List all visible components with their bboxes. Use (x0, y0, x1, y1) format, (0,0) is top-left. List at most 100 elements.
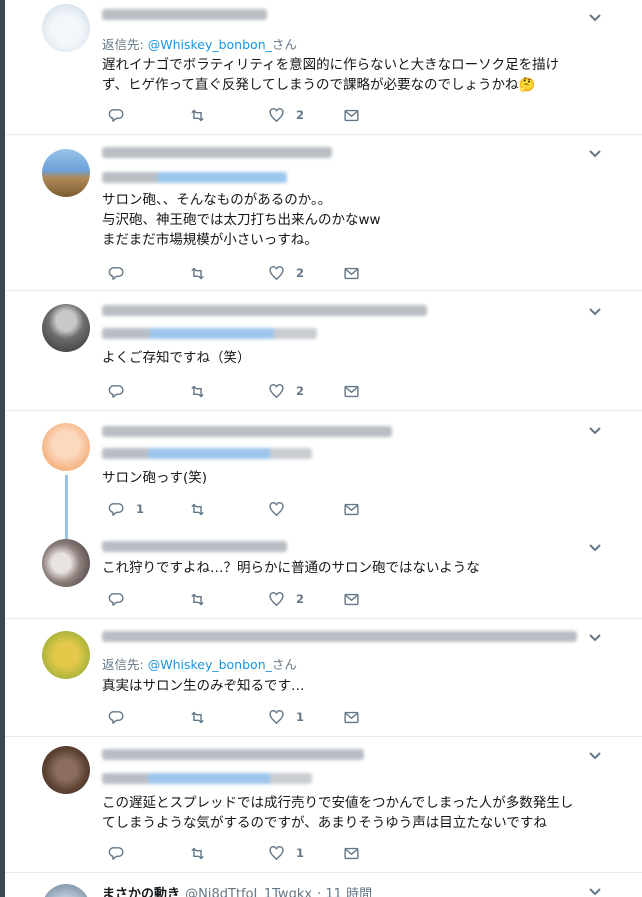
mail-icon (344, 847, 359, 859)
reply-to (102, 773, 312, 784)
heart-icon (269, 107, 284, 122)
author-name[interactable] (102, 631, 577, 642)
reply-handle-link[interactable]: @Whiskey_bonbon_ (148, 657, 272, 672)
mail-icon (344, 385, 359, 397)
retweet-icon (191, 503, 204, 515)
tweet[interactable]: 返信先: @Whiskey_bonbon_さん 真実はサロン生のみぞ知るです… … (5, 618, 642, 737)
avatar[interactable] (42, 539, 90, 587)
retweet-button[interactable] (189, 590, 206, 608)
like-button[interactable]: 2 (268, 106, 304, 124)
mail-icon (344, 593, 359, 605)
retweet-icon (191, 711, 204, 723)
author-name[interactable] (102, 426, 392, 437)
tweet[interactable]: まさかの動き @Ni8dTtfoI_1Twgkx · 11 時間 (5, 872, 642, 897)
tweet-text: サロン砲っす(笑) (102, 470, 208, 486)
retweet-icon (191, 847, 204, 859)
tweet[interactable]: よくご存知ですね（笑） 2 (5, 290, 642, 411)
chevron-down-icon[interactable] (588, 13, 602, 23)
avatar[interactable] (42, 884, 90, 897)
tweet-text: よくご存知ですね（笑） (102, 350, 251, 366)
mail-icon (344, 109, 359, 121)
reply-to: 返信先: @Whiskey_bonbon_さん (102, 657, 297, 672)
retweet-button[interactable] (189, 708, 206, 726)
tweet-actions: 2 (102, 382, 402, 400)
chevron-down-icon[interactable] (588, 633, 602, 643)
like-button[interactable]: 2 (268, 264, 304, 282)
reply-button[interactable] (108, 264, 136, 282)
retweet-button[interactable] (189, 264, 206, 282)
tweet[interactable]: サロン砲っす(笑) 1 (5, 410, 642, 540)
chevron-down-icon[interactable] (588, 751, 602, 761)
avatar[interactable] (42, 149, 90, 197)
reply-button[interactable] (108, 106, 136, 124)
tweet[interactable]: これ狩りですよね…？明らかに普通のサロン砲ではないような 2 (5, 530, 642, 619)
reply-button[interactable] (108, 590, 136, 608)
dm-button[interactable] (343, 708, 360, 726)
dm-button[interactable] (343, 590, 360, 608)
heart-icon (269, 383, 284, 398)
tweet-header: まさかの動き @Ni8dTtfoI_1Twgkx · 11 時間 (102, 883, 372, 897)
avatar[interactable] (42, 423, 90, 471)
author-name[interactable] (102, 305, 427, 316)
like-button[interactable]: 1 (268, 708, 304, 726)
chevron-down-icon[interactable] (588, 307, 602, 317)
reply-button[interactable] (108, 708, 136, 726)
like-button[interactable]: 1 (268, 844, 304, 862)
author-name[interactable] (102, 9, 267, 20)
retweet-icon (191, 109, 204, 121)
author-name[interactable] (102, 541, 287, 552)
retweet-icon (191, 593, 204, 605)
retweet-button[interactable] (189, 106, 206, 124)
dm-button[interactable] (343, 382, 360, 400)
mail-icon (344, 503, 359, 515)
chevron-down-icon[interactable] (588, 887, 602, 897)
avatar[interactable] (42, 631, 90, 679)
author-name[interactable] (102, 147, 332, 158)
dm-button[interactable] (343, 106, 360, 124)
reply-icon (108, 384, 124, 398)
tweet-text: 遅れイナゴでボラティリティを意図的に作らないと大きなローソク足を描け ず、ヒゲ作… (102, 57, 560, 93)
tweet-actions: 1 (102, 708, 402, 726)
dm-button[interactable] (343, 844, 360, 862)
tweet[interactable]: この遅延とスプレッドでは成行売りで安値をつかんでしまった人が多数発生し てしまう… (5, 736, 642, 873)
retweet-button[interactable] (189, 500, 206, 518)
heart-icon (269, 501, 284, 516)
reply-icon (108, 266, 124, 280)
author-name[interactable] (102, 749, 364, 760)
chevron-down-icon[interactable] (588, 426, 602, 436)
like-button[interactable] (268, 500, 296, 518)
reply-to (102, 172, 287, 183)
timestamp[interactable]: · 11 時間 (317, 887, 372, 897)
reply-button[interactable] (108, 844, 136, 862)
heart-icon (269, 591, 284, 606)
reply-handle-link[interactable]: @Whiskey_bonbon_ (148, 37, 272, 52)
reply-button[interactable]: 1 (108, 500, 144, 518)
avatar[interactable] (42, 4, 90, 52)
like-button[interactable]: 2 (268, 590, 304, 608)
like-button[interactable]: 2 (268, 382, 304, 400)
tweet-actions: 2 (102, 264, 402, 282)
avatar[interactable] (42, 746, 90, 794)
dm-button[interactable] (343, 264, 360, 282)
tweet-text: 真実はサロン生のみぞ知るです… (102, 678, 305, 694)
reply-button[interactable] (108, 382, 136, 400)
reply-to (102, 448, 312, 459)
avatar[interactable] (42, 304, 90, 352)
dm-button[interactable] (343, 500, 360, 518)
tweet[interactable]: サロン砲、、そんなものがあるのか。。 与沢砲、神王砲では太刀打ち出来んのかなww… (5, 134, 642, 291)
chevron-down-icon[interactable] (588, 149, 602, 159)
tweet[interactable]: 返信先: @Whiskey_bonbon_さん 遅れイナゴでボラティリティを意図… (5, 0, 642, 135)
author-name[interactable]: まさかの動き (102, 887, 180, 897)
chevron-down-icon[interactable] (588, 543, 602, 553)
tweet-feed: 返信先: @Whiskey_bonbon_さん 遅れイナゴでボラティリティを意図… (5, 0, 642, 897)
heart-icon (269, 845, 284, 860)
retweet-button[interactable] (189, 844, 206, 862)
mail-icon (344, 711, 359, 723)
reply-icon (108, 502, 124, 516)
retweet-icon (191, 267, 204, 279)
author-handle[interactable]: @Ni8dTtfoI_1Twgkx (185, 887, 312, 897)
tweet-text: これ狩りですよね…？明らかに普通のサロン砲ではないような (102, 560, 480, 576)
reply-to (102, 328, 317, 339)
reply-to: 返信先: @Whiskey_bonbon_さん (102, 37, 297, 52)
retweet-button[interactable] (189, 382, 206, 400)
